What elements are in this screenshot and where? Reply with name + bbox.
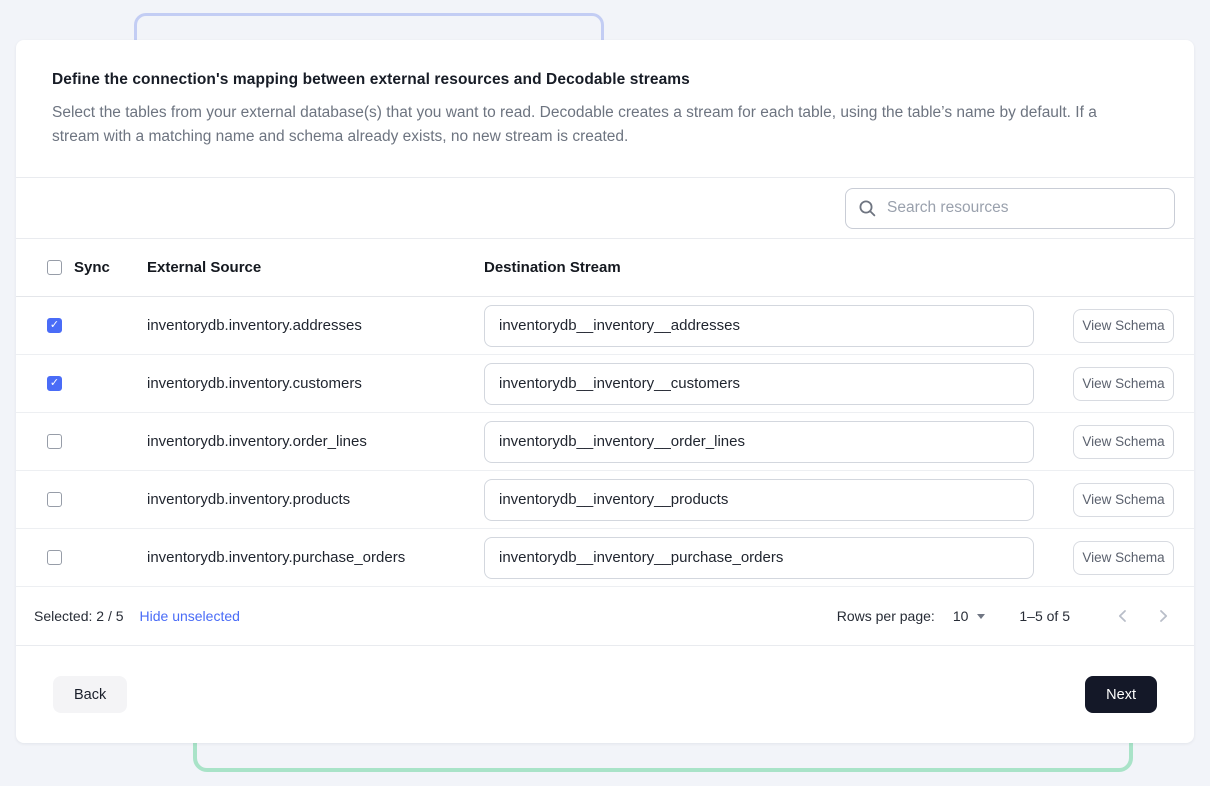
sync-column-header: Sync bbox=[74, 259, 110, 276]
sync-checkbox[interactable] bbox=[47, 318, 62, 333]
previous-page-button[interactable] bbox=[1110, 603, 1136, 629]
search-input[interactable] bbox=[887, 199, 1162, 217]
destination-stream-input[interactable] bbox=[484, 479, 1034, 521]
external-source-cell: inventorydb.inventory.products bbox=[147, 491, 484, 508]
rows-per-page-value: 10 bbox=[953, 608, 969, 624]
sync-checkbox[interactable] bbox=[47, 434, 62, 449]
external-source-cell: inventorydb.inventory.addresses bbox=[147, 317, 484, 334]
page-title: Define the connection's mapping between … bbox=[52, 71, 1158, 89]
next-button[interactable]: Next bbox=[1085, 676, 1157, 713]
panel-header: Define the connection's mapping between … bbox=[16, 40, 1194, 178]
back-button[interactable]: Back bbox=[53, 676, 127, 713]
sync-checkbox[interactable] bbox=[47, 550, 62, 565]
view-schema-button[interactable]: View Schema bbox=[1073, 541, 1174, 575]
external-source-column-header: External Source bbox=[147, 259, 484, 276]
table-row: inventorydb.inventory.order_lines View S… bbox=[16, 413, 1194, 471]
destination-stream-input[interactable] bbox=[484, 305, 1034, 347]
resource-mapping-panel: Define the connection's mapping between … bbox=[16, 40, 1194, 743]
destination-stream-input[interactable] bbox=[484, 421, 1034, 463]
table-row: inventorydb.inventory.customers View Sch… bbox=[16, 355, 1194, 413]
chevron-right-icon bbox=[1154, 607, 1172, 625]
search-toolbar bbox=[16, 178, 1194, 239]
page-description: Select the tables from your external dat… bbox=[52, 101, 1137, 149]
destination-stream-input[interactable] bbox=[484, 537, 1034, 579]
table-header-row: Sync External Source Destination Stream bbox=[16, 239, 1194, 297]
rows-per-page-label: Rows per page: bbox=[837, 608, 935, 624]
dropdown-caret-icon bbox=[977, 614, 985, 619]
chevron-left-icon bbox=[1114, 607, 1132, 625]
destination-stream-input[interactable] bbox=[484, 363, 1034, 405]
view-schema-button[interactable]: View Schema bbox=[1073, 483, 1174, 517]
search-icon bbox=[858, 199, 877, 218]
next-page-button[interactable] bbox=[1150, 603, 1176, 629]
view-schema-button[interactable]: View Schema bbox=[1073, 309, 1174, 343]
table-row: inventorydb.inventory.products View Sche… bbox=[16, 471, 1194, 529]
external-source-cell: inventorydb.inventory.customers bbox=[147, 375, 484, 392]
sync-checkbox[interactable] bbox=[47, 492, 62, 507]
table-row: inventorydb.inventory.purchase_orders Vi… bbox=[16, 529, 1194, 587]
external-source-cell: inventorydb.inventory.order_lines bbox=[147, 433, 484, 450]
sync-checkbox[interactable] bbox=[47, 376, 62, 391]
external-source-cell: inventorydb.inventory.purchase_orders bbox=[147, 549, 484, 566]
view-schema-button[interactable]: View Schema bbox=[1073, 367, 1174, 401]
hide-unselected-link[interactable]: Hide unselected bbox=[140, 608, 240, 624]
selected-count: Selected: 2 / 5 bbox=[34, 608, 124, 624]
search-box[interactable] bbox=[845, 188, 1175, 229]
wizard-actions: Back Next bbox=[16, 646, 1194, 743]
destination-stream-column-header: Destination Stream bbox=[484, 259, 1073, 276]
table-row: inventorydb.inventory.addresses View Sch… bbox=[16, 297, 1194, 355]
pagination-range: 1–5 of 5 bbox=[1019, 608, 1070, 624]
table-footer: Selected: 2 / 5 Hide unselected Rows per… bbox=[16, 587, 1194, 646]
select-all-checkbox[interactable] bbox=[47, 260, 62, 275]
view-schema-button[interactable]: View Schema bbox=[1073, 425, 1174, 459]
rows-per-page-select[interactable]: 10 bbox=[953, 608, 986, 624]
